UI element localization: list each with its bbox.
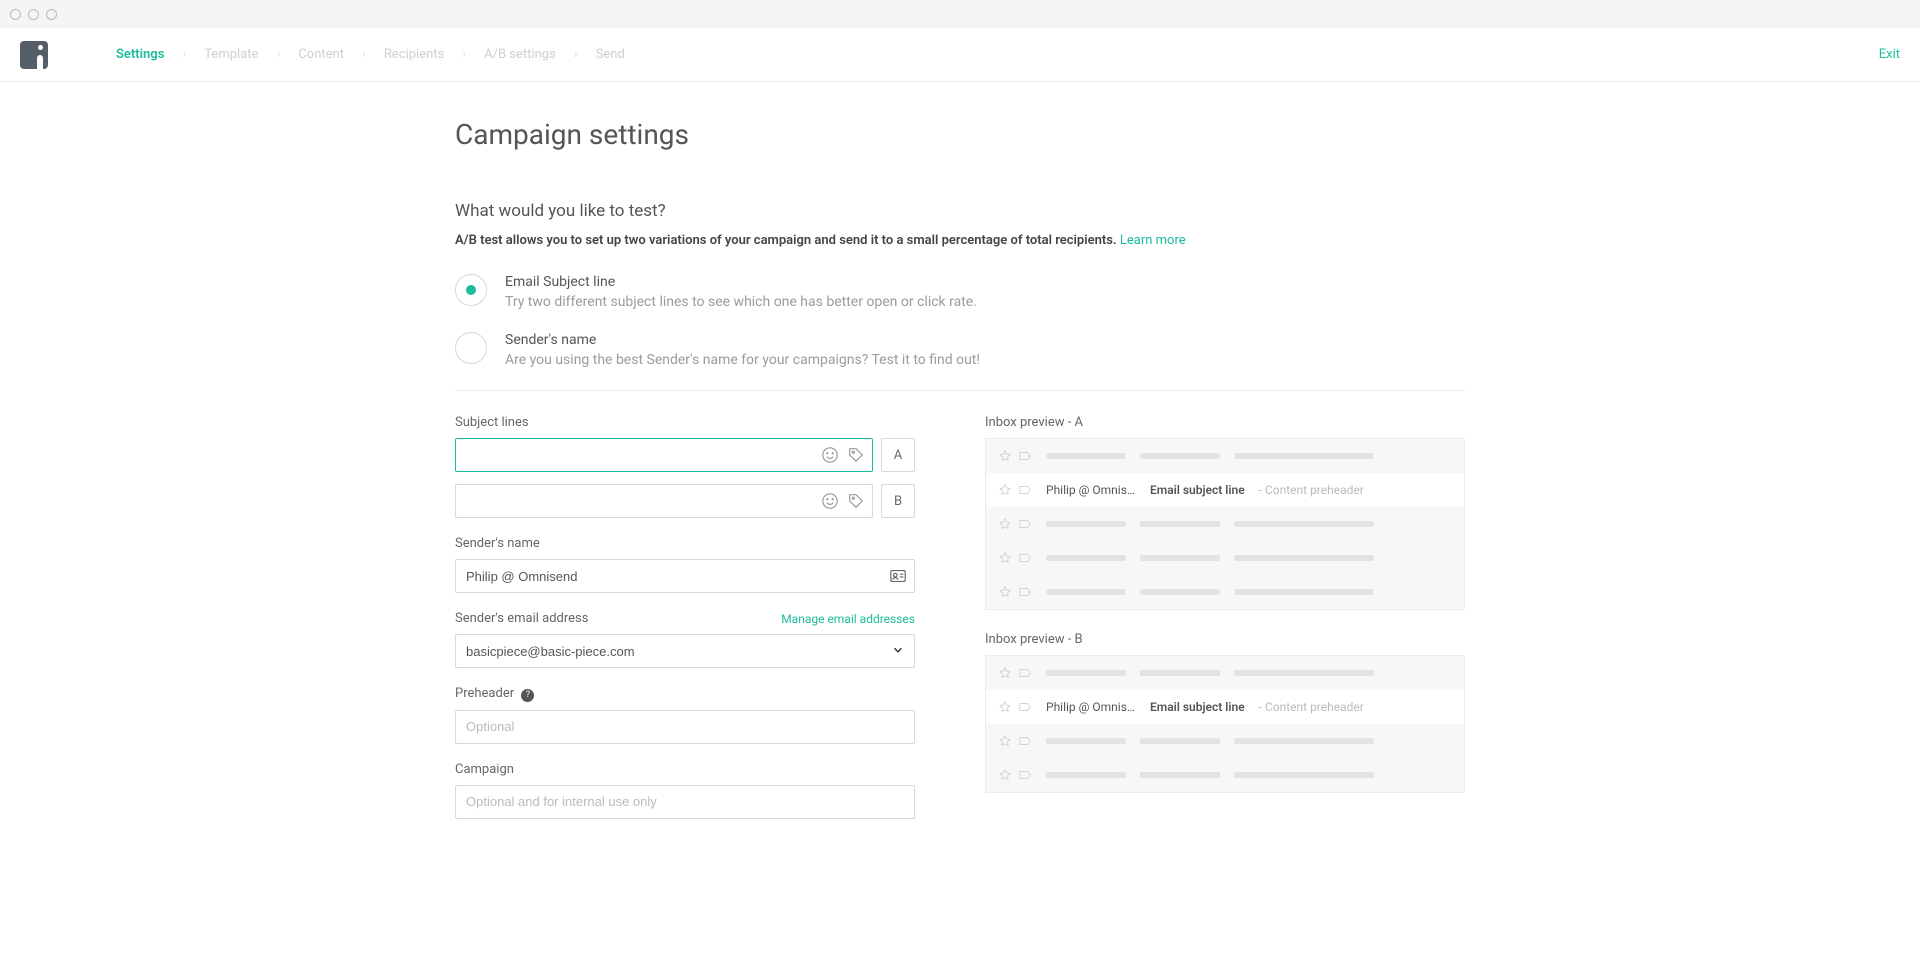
label-icon: [1018, 734, 1032, 748]
preview-row: [986, 439, 1464, 473]
breadcrumb: Settings › Template › Content › Recipien…: [116, 47, 625, 62]
option-subject-line[interactable]: Email Subject line Try two different sub…: [455, 274, 1465, 310]
test-question: What would you like to test?: [455, 201, 1465, 221]
chevron-right-icon: ›: [462, 47, 466, 62]
preview-sender: Philip @ Omnise…: [1046, 483, 1136, 497]
test-description: A/B test allows you to set up two variat…: [455, 233, 1465, 248]
preview-row: [986, 541, 1464, 575]
star-icon: [998, 449, 1012, 463]
crumb-content[interactable]: Content: [298, 47, 344, 62]
star-icon: [998, 734, 1012, 748]
label-icon: [1018, 666, 1032, 680]
manage-email-link[interactable]: Manage email addresses: [781, 612, 915, 626]
preview-preheader: Content preheader: [1259, 483, 1364, 497]
sender-name-input[interactable]: [455, 559, 915, 593]
preview-preheader: Content preheader: [1259, 700, 1364, 714]
preview-row-active: Philip @ Omnise… Email subject line Conte…: [986, 473, 1464, 507]
variant-b-badge: B: [881, 484, 915, 518]
preview-row: [986, 656, 1464, 690]
star-icon: [998, 483, 1012, 497]
top-bar: Settings › Template › Content › Recipien…: [0, 28, 1920, 82]
star-icon: [998, 551, 1012, 565]
chevron-right-icon: ›: [276, 47, 280, 62]
emoji-icon[interactable]: [821, 492, 839, 510]
sender-name-label: Sender's name: [455, 536, 540, 551]
radio-subject-line[interactable]: [455, 274, 487, 306]
preview-subject: Email subject line: [1150, 483, 1245, 497]
page-title: Campaign settings: [455, 118, 1465, 151]
sender-email-label: Sender's email address: [455, 611, 588, 626]
option-desc: Try two different subject lines to see w…: [505, 294, 977, 310]
label-icon: [1018, 768, 1032, 782]
label-icon: [1018, 551, 1032, 565]
preheader-input[interactable]: [455, 710, 915, 744]
preview-row: [986, 507, 1464, 541]
option-sender-name[interactable]: Sender's name Are you using the best Sen…: [455, 332, 1465, 368]
divider: [455, 390, 1465, 391]
preview-row: [986, 758, 1464, 792]
campaign-input[interactable]: [455, 785, 915, 819]
chevron-right-icon: ›: [182, 47, 186, 62]
learn-more-link[interactable]: Learn more: [1120, 233, 1186, 248]
star-icon: [998, 585, 1012, 599]
subject-b-input[interactable]: [455, 484, 873, 518]
campaign-label: Campaign: [455, 762, 514, 777]
chevron-right-icon: ›: [362, 47, 366, 62]
inbox-preview-a-title: Inbox preview - A: [985, 415, 1465, 430]
preview-row-active: Philip @ Omnise… Email subject line Conte…: [986, 690, 1464, 724]
preheader-label: Preheader: [455, 686, 514, 701]
subject-a-input[interactable]: [455, 438, 873, 472]
sender-email-select[interactable]: [455, 634, 915, 668]
emoji-icon[interactable]: [821, 446, 839, 464]
star-icon: [998, 700, 1012, 714]
subject-lines-label: Subject lines: [455, 415, 529, 430]
inbox-preview-a: Philip @ Omnise… Email subject line Conte…: [985, 438, 1465, 610]
crumb-settings[interactable]: Settings: [116, 47, 164, 62]
crumb-ab-settings[interactable]: A/B settings: [484, 47, 556, 62]
tag-icon[interactable]: [847, 446, 865, 464]
preview-row: [986, 575, 1464, 609]
option-title: Email Subject line: [505, 274, 977, 290]
label-icon: [1018, 585, 1032, 599]
label-icon: [1018, 483, 1032, 497]
chrome-dot-max: [46, 9, 57, 20]
inbox-preview-b: Philip @ Omnise… Email subject line Conte…: [985, 655, 1465, 793]
tag-icon[interactable]: [847, 492, 865, 510]
star-icon: [998, 517, 1012, 531]
label-icon: [1018, 517, 1032, 531]
chrome-dot-close: [10, 9, 21, 20]
crumb-recipients[interactable]: Recipients: [384, 47, 444, 62]
option-title: Sender's name: [505, 332, 980, 348]
help-icon[interactable]: ?: [521, 689, 534, 702]
radio-sender-name[interactable]: [455, 332, 487, 364]
variant-a-badge: A: [881, 438, 915, 472]
chevron-right-icon: ›: [574, 47, 578, 62]
star-icon: [998, 666, 1012, 680]
crumb-send[interactable]: Send: [596, 47, 625, 62]
preview-row: [986, 724, 1464, 758]
preview-sender: Philip @ Omnise…: [1046, 700, 1136, 714]
inbox-preview-b-title: Inbox preview - B: [985, 632, 1465, 647]
option-desc: Are you using the best Sender's name for…: [505, 352, 980, 368]
crumb-template[interactable]: Template: [204, 47, 258, 62]
label-icon: [1018, 449, 1032, 463]
exit-link[interactable]: Exit: [1879, 47, 1900, 62]
chrome-dot-min: [28, 9, 39, 20]
label-icon: [1018, 700, 1032, 714]
preview-subject: Email subject line: [1150, 700, 1245, 714]
app-logo[interactable]: [20, 41, 48, 69]
browser-chrome-bar: [0, 0, 1920, 28]
contact-card-icon[interactable]: [889, 567, 907, 585]
star-icon: [998, 768, 1012, 782]
